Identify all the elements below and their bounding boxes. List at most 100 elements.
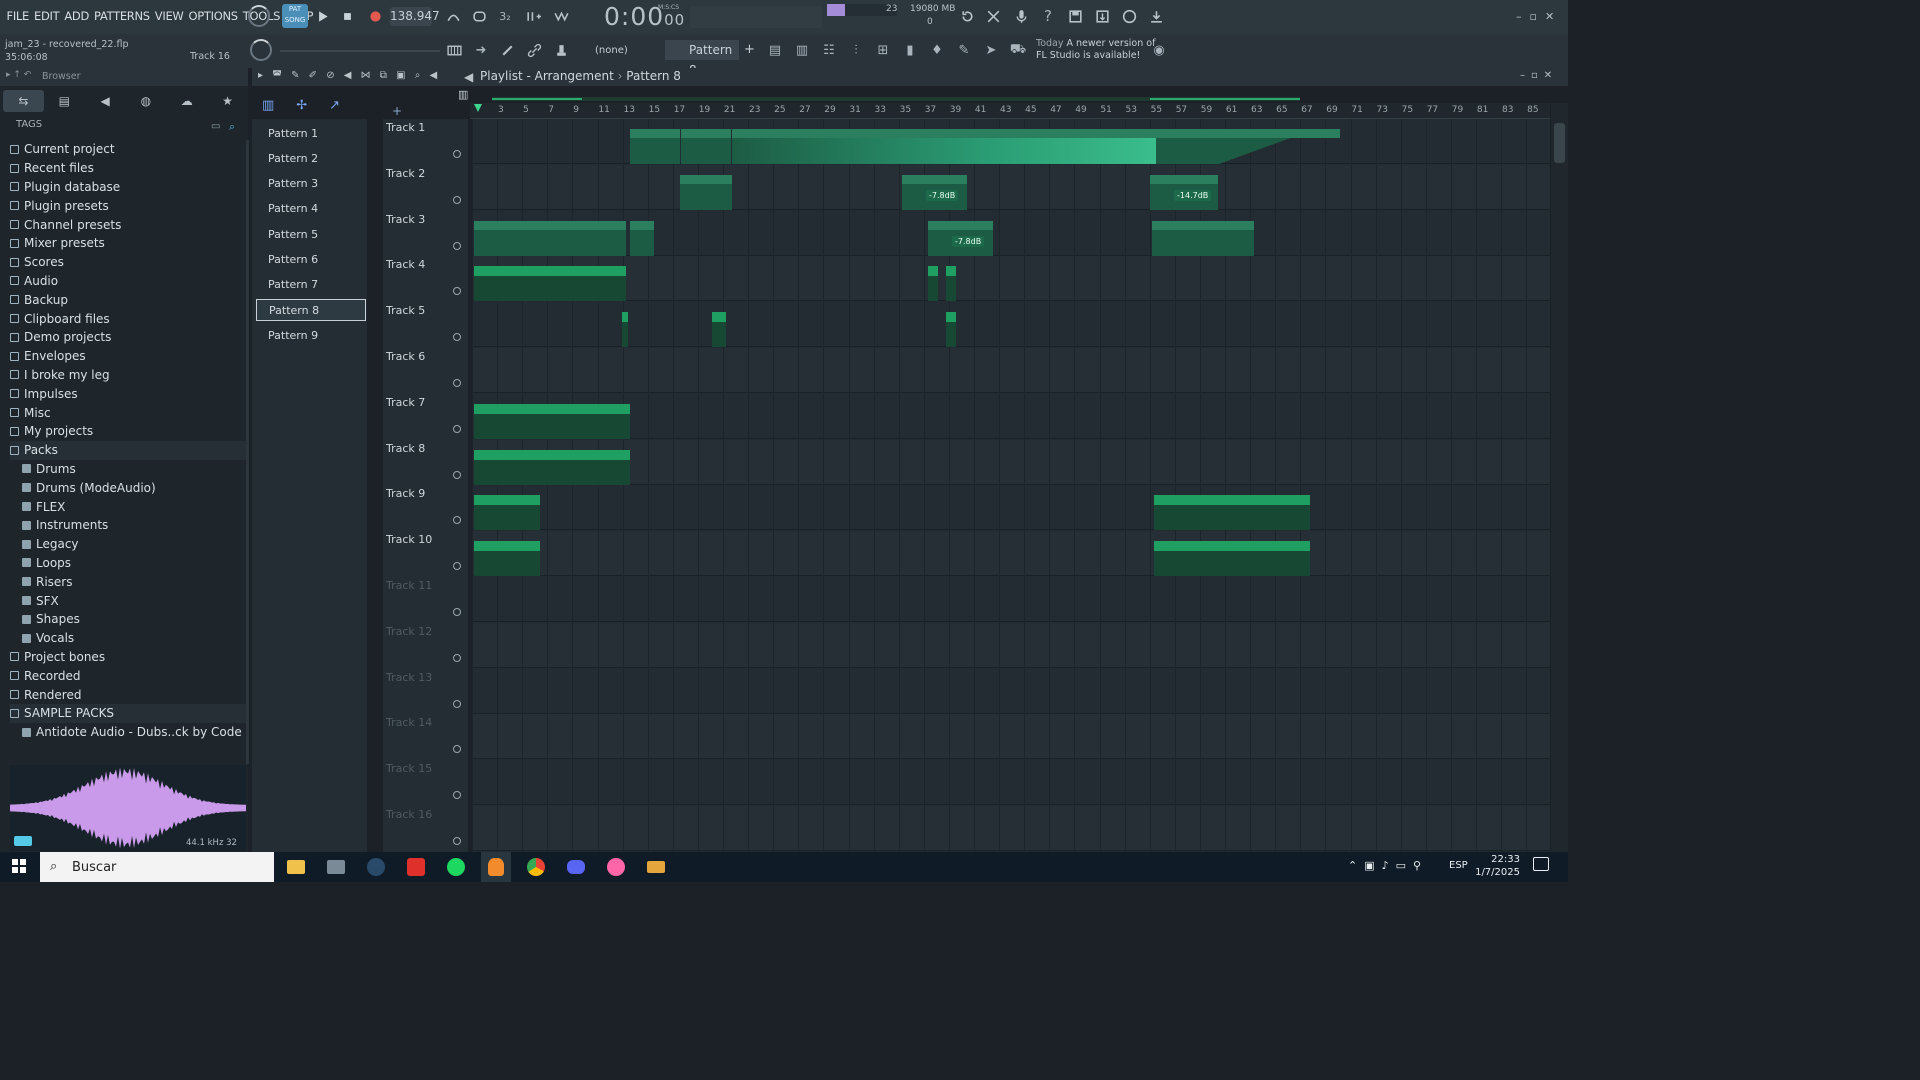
browser-item[interactable]: I broke my leg	[10, 366, 246, 385]
browser-item[interactable]: Plugin presets	[10, 196, 246, 215]
help-icon[interactable]: ?	[1035, 5, 1061, 27]
playlist-clip[interactable]: Pattern 1	[681, 129, 731, 164]
playlist-clip[interactable]: Crash (4) -7.8dB	[902, 174, 967, 210]
adobe-icon[interactable]	[401, 852, 431, 882]
fl-studio-taskbar-icon[interactable]	[481, 852, 511, 882]
playlist-clip[interactable]: Crash (4) -7.8dB	[928, 220, 993, 256]
track-mute-button[interactable]	[453, 745, 461, 754]
track-lane[interactable]	[472, 622, 1550, 668]
piano-roll-mode-icon[interactable]	[441, 39, 467, 61]
track-mute-button[interactable]	[453, 379, 461, 387]
pattern-item[interactable]: Pattern 1	[256, 122, 366, 144]
pattern-item[interactable]: Pattern 3	[256, 173, 366, 195]
arrow-right-icon[interactable]: ➜	[468, 39, 494, 61]
browser-item[interactable]: Rendered	[10, 685, 246, 704]
browser-item[interactable]: Misc	[10, 403, 246, 422]
pattern-item[interactable]: Pattern 2	[256, 147, 366, 169]
mixer-window-icon[interactable]: ⫶	[843, 39, 869, 61]
master-pitch-knob[interactable]	[250, 39, 272, 61]
breadcrumb-arrangement[interactable]: Playlist - Arrangement	[480, 69, 614, 83]
tools-icon[interactable]	[980, 5, 1006, 27]
browser-item[interactable]: Mixer presets	[10, 234, 246, 253]
globe-icon[interactable]: ◉	[1146, 39, 1172, 61]
step-edit-icon[interactable]	[520, 5, 546, 27]
playlist-piano-icon[interactable]: ▥	[458, 88, 468, 101]
stop-icon[interactable]	[334, 5, 360, 27]
metronome-icon[interactable]	[440, 5, 466, 27]
search-icon[interactable]: ⌕	[229, 120, 235, 134]
track-header[interactable]: Track 9	[386, 487, 466, 533]
pattern-selector[interactable]: Pattern 8	[665, 40, 739, 77]
browser-item[interactable]: Loops	[10, 554, 246, 573]
menu-options[interactable]: OPTIONS	[186, 9, 240, 23]
track-lane[interactable]	[472, 806, 1550, 851]
playlist-clip[interactable]	[630, 220, 654, 256]
track-lane[interactable]	[472, 302, 1550, 348]
master-volume-knob[interactable]	[248, 5, 270, 27]
language-indicator[interactable]: ESP	[1449, 860, 1468, 871]
track-mute-button[interactable]	[453, 516, 461, 525]
track-mute-button[interactable]	[453, 791, 461, 800]
browser-item[interactable]: SFX	[10, 591, 246, 610]
all-files-tab-icon[interactable]: ⇆	[3, 90, 44, 112]
track-mute-button[interactable]	[453, 837, 461, 845]
playlist-menu-icon[interactable]: ◀	[464, 70, 473, 84]
channel-rack-window-icon[interactable]: ☷	[816, 39, 842, 61]
playlist-clip[interactable]: Noise...volume	[474, 541, 540, 577]
menu-view[interactable]: VIEW	[152, 9, 186, 23]
browser-item[interactable]: Recorded	[10, 666, 246, 685]
browser-scrollbar[interactable]	[246, 140, 249, 764]
track-header[interactable]: Track 5	[386, 304, 466, 350]
menu-file[interactable]: FILE	[4, 9, 31, 23]
track-header[interactable]: Track 6	[386, 350, 466, 396]
track-header[interactable]: Track 4	[386, 258, 466, 304]
playlist-clip[interactable]: Pattern 6	[680, 174, 732, 210]
record-icon[interactable]	[362, 5, 388, 27]
chat-icon[interactable]	[1116, 5, 1142, 27]
playlist-clip[interactable]: Pattern 2	[1208, 129, 1340, 164]
plugin-picker-icon[interactable]: ⊞	[870, 39, 896, 61]
stamp-icon[interactable]	[548, 39, 574, 61]
add-pattern-button[interactable]: +	[744, 42, 755, 57]
browser-item[interactable]: Instruments	[10, 516, 246, 535]
browser-item[interactable]: Clipboard files	[10, 309, 246, 328]
discord-icon[interactable]	[561, 852, 591, 882]
steam-icon[interactable]	[361, 852, 391, 882]
playlist-clip[interactable]	[712, 312, 726, 348]
playlist-grid[interactable]: Pattern 1 Pattern 1 Pattern 8 Pattern 1 Patt…	[472, 119, 1550, 854]
taskbar-search-input[interactable]: Buscar	[40, 852, 274, 882]
browser-item[interactable]: SAMPLE PACKS	[10, 703, 246, 723]
browser-item[interactable]: FLEX	[10, 497, 246, 516]
playlist-tool-icons[interactable]: ▸ ◚ ✎ ✐ ⊘ ◀ ⋈ ⧉ ▣ ⌕ ◀	[258, 70, 440, 81]
playlist-clip[interactable]: Vital - Channel volume	[1154, 495, 1310, 531]
snap-selector[interactable]: (none)	[595, 45, 628, 56]
track-lane[interactable]	[472, 669, 1550, 714]
track-lane[interactable]	[472, 760, 1550, 806]
pat-song-toggle[interactable]: PAT SONG	[282, 4, 308, 28]
menu-patterns[interactable]: PATTERNS	[92, 9, 153, 23]
browser-item[interactable]: Audio	[10, 272, 246, 291]
preview-toggle-button[interactable]	[14, 836, 32, 846]
track-header[interactable]: Track 11	[386, 579, 466, 625]
cloud-tab-icon[interactable]: ☁	[166, 90, 207, 112]
playlist-clip[interactable]	[946, 266, 956, 302]
loop-record-icon[interactable]	[548, 5, 574, 27]
wait-input-icon[interactable]	[466, 5, 492, 27]
track-mute-button[interactable]	[453, 241, 461, 250]
track-header[interactable]: Track 15	[386, 762, 466, 808]
system-tray-icons[interactable]: ⌃▣♪▭⚲	[1348, 859, 1428, 872]
track-mute-button[interactable]	[453, 333, 461, 342]
track-lane[interactable]	[472, 439, 1550, 485]
track-lane[interactable]	[472, 394, 1550, 439]
browser-item[interactable]: Demo projects	[10, 328, 246, 347]
track-header[interactable]: Track 7	[386, 396, 466, 442]
playlist-clip[interactable]: Pattern 9	[1152, 220, 1204, 256]
browser-item[interactable]: Scores	[10, 253, 246, 272]
spotify-icon[interactable]	[441, 852, 471, 882]
track-header[interactable]: Track 1	[386, 121, 466, 167]
playlist-window-controls[interactable]: –▫✕	[1520, 70, 1558, 81]
touch-controller-icon[interactable]: ✎	[951, 39, 977, 61]
playlist-clip[interactable]: Vital...volume	[474, 495, 540, 531]
browser-item[interactable]: Drums	[10, 460, 246, 479]
playlist-clip[interactable]: ValhallaVintageVerb - Insert 1 - Mix	[474, 449, 630, 485]
